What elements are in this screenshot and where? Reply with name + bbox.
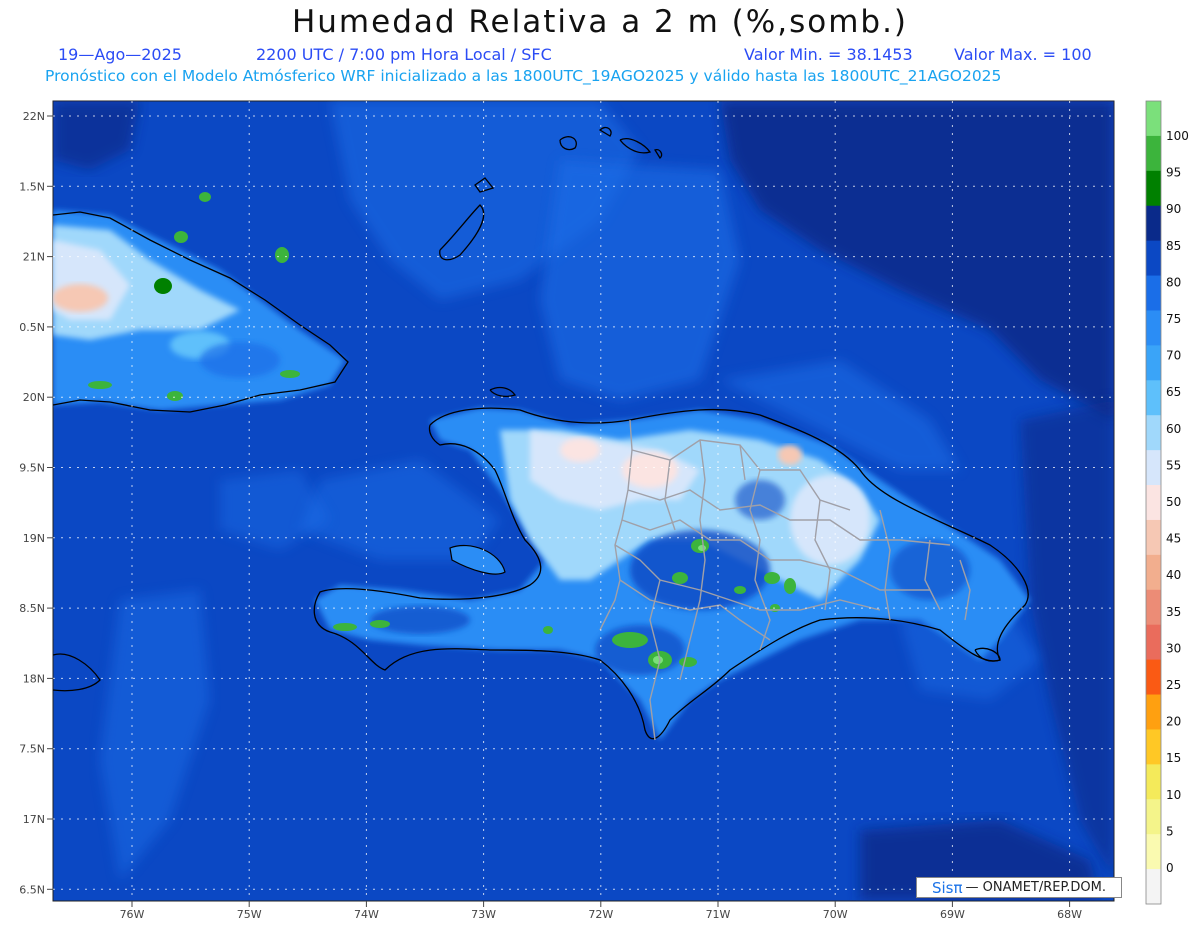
lon-label: 76W (120, 908, 145, 921)
lat-label: 1.5N (19, 180, 45, 193)
colorbar-swatch (1146, 275, 1161, 311)
colorbar-label: 40 (1166, 568, 1181, 582)
colorbar-swatch (1146, 834, 1161, 870)
lat-label: 19N (23, 532, 45, 545)
colorbar-swatch (1146, 415, 1161, 451)
colorbar-swatch (1146, 764, 1161, 800)
lon-label: 74W (354, 908, 379, 921)
colorbar-swatch (1146, 380, 1161, 416)
colorbar-swatch (1146, 869, 1161, 905)
lat-label: 9.5N (19, 462, 45, 475)
lon-label: 72W (588, 908, 613, 921)
colorbar-swatch (1146, 799, 1161, 835)
lat-label: 7.5N (19, 743, 45, 756)
colorbar-label: 10 (1166, 788, 1181, 802)
colorbar-label: 0 (1166, 861, 1174, 875)
colorbar-swatch (1146, 729, 1161, 765)
colorbar-swatch (1146, 519, 1161, 556)
colorbar-label: 60 (1166, 422, 1181, 436)
lat-label: 21N (23, 251, 45, 264)
colorbar-label: 5 (1166, 824, 1174, 838)
colorbar-label: 20 (1166, 715, 1181, 729)
colorbar-label: 45 (1166, 532, 1181, 546)
lat-label: 8.5N (19, 602, 45, 615)
colorbar-label: 25 (1166, 678, 1181, 692)
colorbar-swatch (1146, 240, 1161, 277)
colorbar-label: 30 (1166, 641, 1181, 655)
colorbar-label: 85 (1166, 239, 1181, 253)
colorbar-label: 90 (1166, 202, 1181, 216)
colorbar-swatch (1146, 135, 1161, 172)
colorbar-label: 95 (1166, 166, 1181, 180)
colorbar-swatch (1146, 205, 1161, 242)
latitude-labels: 22N 1.5N 21N 0.5N 20N 9.5N 19N 8.5N 18N 7.5N 17N 6.… (19, 110, 53, 896)
colorbar-label: 80 (1166, 275, 1181, 289)
lon-label: 75W (237, 908, 262, 921)
colorbar-swatch (1146, 659, 1161, 696)
colorbar-swatch (1146, 694, 1161, 730)
credit-text: — ONAMET/REP.DOM. (965, 880, 1107, 895)
lon-label: 71W (706, 908, 731, 921)
lat-label: 17N (23, 813, 45, 826)
longitude-labels: 76W 75W 74W 73W 72W 71W 70W 69W 68W (120, 901, 1082, 921)
credit-box: Sisπ — ONAMET/REP.DOM. (916, 877, 1122, 898)
lat-label: 6.5N (19, 883, 45, 896)
colorbar-swatch (1146, 624, 1161, 661)
colorbar-label: 75 (1166, 312, 1181, 326)
colorbar-label: 100 (1166, 129, 1189, 143)
colorbar-swatch (1146, 101, 1161, 137)
colorbar-swatch (1146, 554, 1161, 591)
colorbar-label: 35 (1166, 605, 1181, 619)
colorbar-swatch (1146, 310, 1161, 346)
lon-label: 70W (823, 908, 848, 921)
colorbar-swatch (1146, 589, 1161, 626)
colorbar-swatch (1146, 345, 1161, 381)
colorbar-label: 55 (1166, 458, 1181, 472)
lat-label: 20N (23, 391, 45, 404)
colorbar-swatch (1146, 485, 1161, 521)
colorbar-swatch (1146, 450, 1161, 486)
lon-label: 73W (471, 908, 496, 921)
lat-label: 0.5N (19, 321, 45, 334)
colorbar-labels: 1009590858075706560555045403530252015105… (1166, 129, 1189, 875)
lon-label: 68W (1057, 908, 1082, 921)
credit-brand: Sisπ (931, 878, 963, 897)
colorbar (1145, 100, 1162, 905)
lat-label: 22N (23, 110, 45, 123)
humidity-map: 22N 1.5N 21N 0.5N 20N 9.5N 19N 8.5N 18N 7.5N 17N 6.… (19, 100, 1189, 921)
colorbar-label: 50 (1166, 495, 1181, 509)
lon-label: 69W (940, 908, 965, 921)
colorbar-label: 70 (1166, 349, 1181, 363)
lat-label: 18N (23, 672, 45, 685)
colorbar-swatch (1146, 170, 1161, 207)
colorbar-label: 65 (1166, 385, 1181, 399)
colorbar-label: 15 (1166, 751, 1181, 765)
